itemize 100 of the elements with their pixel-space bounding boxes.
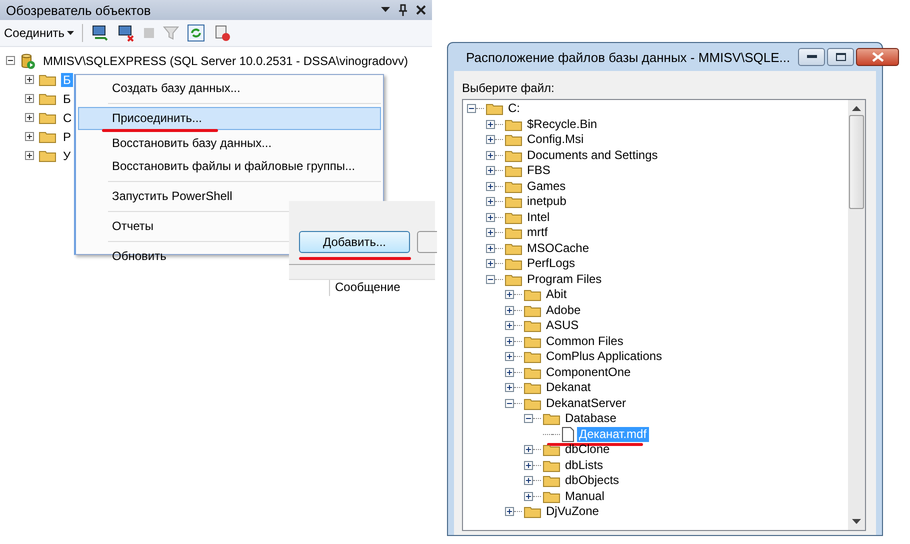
expander-icon[interactable] [524, 492, 533, 501]
menu-item[interactable]: Присоединить... [78, 107, 381, 130]
tree-node[interactable]: PerfLogs [525, 256, 578, 272]
tree-node[interactable]: Program Files [525, 272, 604, 287]
scroll-up-icon[interactable] [852, 106, 861, 111]
tree-node[interactable]: dbObjects [563, 473, 622, 488]
menu-item[interactable]: Запустить PowerShell [108, 185, 236, 208]
close-button[interactable] [856, 48, 900, 66]
expand-icon[interactable] [25, 113, 34, 122]
expander-icon[interactable] [524, 460, 533, 470]
expander-icon[interactable] [467, 104, 476, 114]
tree-node[interactable]: Config.Msi [525, 132, 586, 148]
tree-node[interactable]: Games [525, 178, 568, 194]
expander-icon[interactable] [486, 135, 495, 144]
tree-node[interactable]: ComPlus Applications [544, 349, 664, 364]
tree-node[interactable]: DjVuZone [544, 504, 601, 520]
tree-node[interactable]: Б [61, 92, 73, 106]
dropdown-icon[interactable] [381, 7, 390, 13]
expander-icon[interactable] [486, 150, 495, 160]
tree-node[interactable]: FBS [525, 163, 552, 178]
folder-icon [505, 242, 522, 255]
menu-item[interactable]: Отчеты [108, 215, 158, 238]
server-node[interactable]: MMISV\SQLEXPRESS (SQL Server 10.0.2531 - DSSA\vinogradovv) [41, 54, 410, 68]
expander-icon[interactable] [505, 383, 514, 392]
expander-icon[interactable] [486, 166, 495, 176]
expander-icon[interactable] [486, 212, 495, 222]
tree-node[interactable]: С [61, 110, 74, 124]
connect-button[interactable]: Соединить [4, 26, 74, 40]
expander-icon[interactable] [486, 197, 495, 206]
server-disconnect-icon[interactable] [116, 24, 135, 42]
folder-icon [505, 257, 522, 270]
caret-icon [66, 31, 74, 35]
folder-icon [505, 164, 522, 178]
close-icon [872, 52, 884, 62]
expander-icon[interactable] [486, 274, 495, 284]
expander-icon[interactable] [505, 398, 514, 408]
tree-node[interactable]: MSOCache [525, 240, 592, 256]
expander-icon[interactable] [486, 120, 495, 129]
tree-node[interactable]: mrtf [525, 225, 550, 240]
folder-icon [524, 366, 541, 379]
tree-node[interactable]: Common Files [544, 334, 626, 349]
tree-node[interactable]: $Recycle.Bin [525, 116, 600, 132]
expand-icon[interactable] [25, 75, 34, 84]
expander-icon[interactable] [524, 476, 533, 486]
tree-node[interactable]: dbClone [563, 442, 612, 458]
tree-node[interactable]: Р [61, 130, 74, 144]
menu-item[interactable]: Восстановить файлы и файловые группы... [108, 155, 360, 178]
add-button[interactable]: Добавить... [299, 231, 410, 253]
tree-node[interactable]: Documents and Settings [525, 148, 660, 163]
collapse-icon[interactable] [6, 56, 15, 65]
scroll-down-icon[interactable] [852, 519, 861, 524]
tree-node[interactable]: dbLists [563, 458, 606, 473]
expander-icon[interactable] [505, 321, 514, 330]
minimize-button[interactable] [798, 48, 826, 66]
menu-item[interactable]: Обновить [108, 245, 170, 268]
tree-node[interactable]: Intel [525, 210, 552, 225]
pin-icon[interactable] [398, 4, 408, 16]
tree-node[interactable]: inetpub [525, 194, 568, 210]
menu-item[interactable]: Создать базу данных... [108, 77, 244, 100]
refresh-icon[interactable] [186, 24, 205, 42]
close-icon[interactable] [416, 5, 426, 15]
tree-node[interactable]: Manual [563, 488, 606, 504]
expander-icon[interactable] [505, 507, 514, 516]
prompt-label: Выберите файл: [462, 81, 556, 95]
folder-icon [524, 319, 541, 332]
tree-node[interactable]: DekanatServer [544, 396, 628, 411]
tree-node[interactable]: Abit [544, 287, 569, 302]
tree-node[interactable]: Database [563, 411, 618, 426]
maximize-icon [836, 53, 846, 61]
tree-node[interactable]: ASUS [544, 318, 581, 334]
tree-node[interactable]: У [61, 148, 73, 162]
expand-icon[interactable] [25, 132, 34, 141]
script-delete-icon[interactable] [212, 24, 231, 42]
expander-icon[interactable] [486, 182, 495, 191]
expander-icon[interactable] [486, 244, 495, 253]
menu-item[interactable]: Восстановить базу данных... [108, 132, 276, 155]
tree-node[interactable]: C: [506, 101, 522, 116]
folder-icon [505, 118, 522, 131]
expander-icon[interactable] [524, 445, 533, 454]
expander-icon[interactable] [486, 228, 495, 238]
folder-icon [524, 505, 541, 518]
expander-icon[interactable] [505, 336, 514, 346]
folder-icon [524, 288, 541, 302]
tree-node[interactable]: Dekanat [544, 380, 593, 396]
expander-icon[interactable] [505, 290, 514, 300]
vertical-scrollbar[interactable] [848, 100, 865, 530]
expander-icon[interactable] [486, 259, 495, 268]
scroll-thumb[interactable] [849, 115, 864, 209]
expand-icon[interactable] [25, 94, 34, 103]
server-connect-icon[interactable] [90, 24, 109, 42]
tree-node[interactable]: ComponentOne [544, 364, 633, 380]
expander-icon[interactable] [505, 368, 514, 377]
button-edge[interactable] [417, 231, 437, 253]
maximize-button[interactable] [827, 48, 854, 66]
tree-node[interactable]: Adobe [544, 302, 583, 318]
folder-icon [39, 149, 56, 162]
expander-icon[interactable] [505, 352, 514, 362]
expander-icon[interactable] [524, 414, 533, 424]
expand-icon[interactable] [25, 151, 34, 160]
expander-icon[interactable] [505, 306, 514, 315]
